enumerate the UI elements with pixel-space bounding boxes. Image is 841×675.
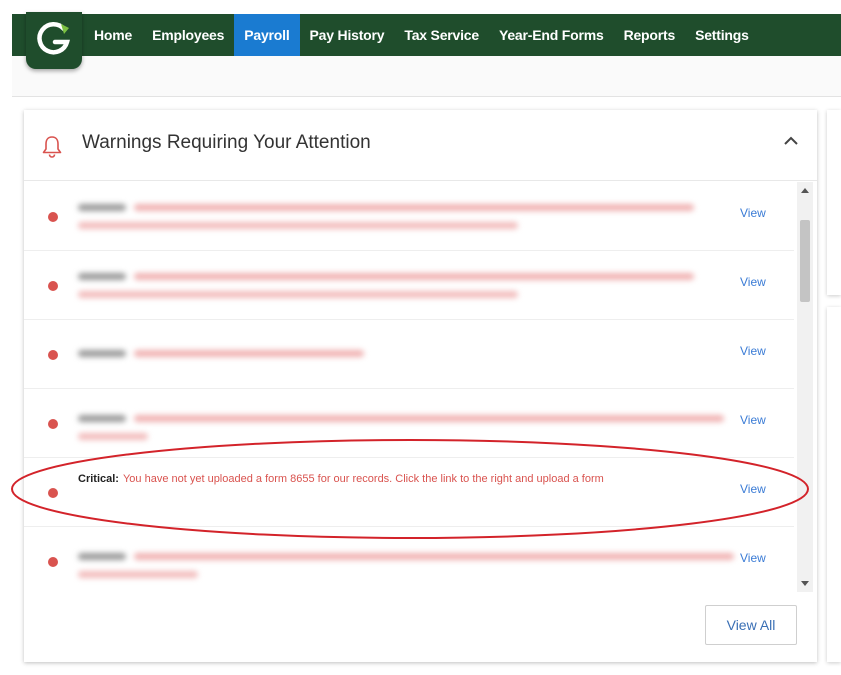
nav-pay-history[interactable]: Pay History xyxy=(300,14,395,56)
view-link[interactable]: View xyxy=(740,206,766,220)
status-dot xyxy=(48,350,58,360)
warnings-card: Warnings Requiring Your Attention View V… xyxy=(24,110,817,662)
view-link[interactable]: View xyxy=(740,344,766,358)
warning-row: View xyxy=(24,251,794,320)
critical-label: Critical: xyxy=(78,473,119,485)
view-link[interactable]: View xyxy=(740,413,766,427)
side-panel-top xyxy=(827,110,841,295)
redacted-message xyxy=(78,269,718,305)
nav-settings[interactable]: Settings xyxy=(685,14,759,56)
redacted-message xyxy=(78,545,734,581)
nav-year-end-forms[interactable]: Year-End Forms xyxy=(489,14,614,56)
redacted-message xyxy=(78,200,718,236)
view-link[interactable]: View xyxy=(740,551,766,565)
view-link[interactable]: View xyxy=(740,275,766,289)
scroll-thumb[interactable] xyxy=(800,220,810,302)
warning-row: View xyxy=(24,320,794,389)
status-dot xyxy=(48,212,58,222)
warnings-card-header[interactable]: Warnings Requiring Your Attention xyxy=(24,110,817,181)
warnings-scrollbar[interactable] xyxy=(797,182,813,592)
critical-text: You have not yet uploaded a form 8655 fo… xyxy=(122,473,604,485)
scroll-down-arrow-icon[interactable] xyxy=(801,581,809,586)
warnings-list: View View View View Critical: You have n… xyxy=(24,182,794,592)
view-all-button[interactable]: View All xyxy=(705,605,797,645)
redacted-message xyxy=(78,407,724,443)
warning-row: View xyxy=(24,389,794,458)
status-dot xyxy=(48,281,58,291)
warning-row-critical: Critical: You have not yet uploaded a for… xyxy=(24,458,794,527)
nav-employees[interactable]: Employees xyxy=(142,14,234,56)
status-dot xyxy=(48,419,58,429)
nav-tax-service[interactable]: Tax Service xyxy=(394,14,489,56)
side-panel-bottom xyxy=(827,307,841,662)
warning-row: View xyxy=(24,527,794,592)
g-logo-icon xyxy=(37,22,70,55)
chevron-up-icon[interactable] xyxy=(782,134,800,148)
nav-reports[interactable]: Reports xyxy=(614,14,686,56)
app-logo[interactable] xyxy=(26,12,82,69)
view-link[interactable]: View xyxy=(740,482,766,496)
warnings-title: Warnings Requiring Your Attention xyxy=(82,132,371,153)
nav-home[interactable]: Home xyxy=(84,14,142,56)
status-dot xyxy=(48,557,58,567)
main-nav: Home Employees Payroll Pay History Tax S… xyxy=(84,14,759,56)
critical-message: Critical: You have not yet uploaded a for… xyxy=(78,471,718,487)
warning-row: View xyxy=(24,182,794,251)
sub-nav-bar xyxy=(12,56,841,97)
scroll-up-arrow-icon[interactable] xyxy=(801,188,809,193)
bell-icon xyxy=(42,136,62,158)
status-dot xyxy=(48,488,58,498)
redacted-message xyxy=(78,338,718,374)
nav-payroll[interactable]: Payroll xyxy=(234,14,300,56)
